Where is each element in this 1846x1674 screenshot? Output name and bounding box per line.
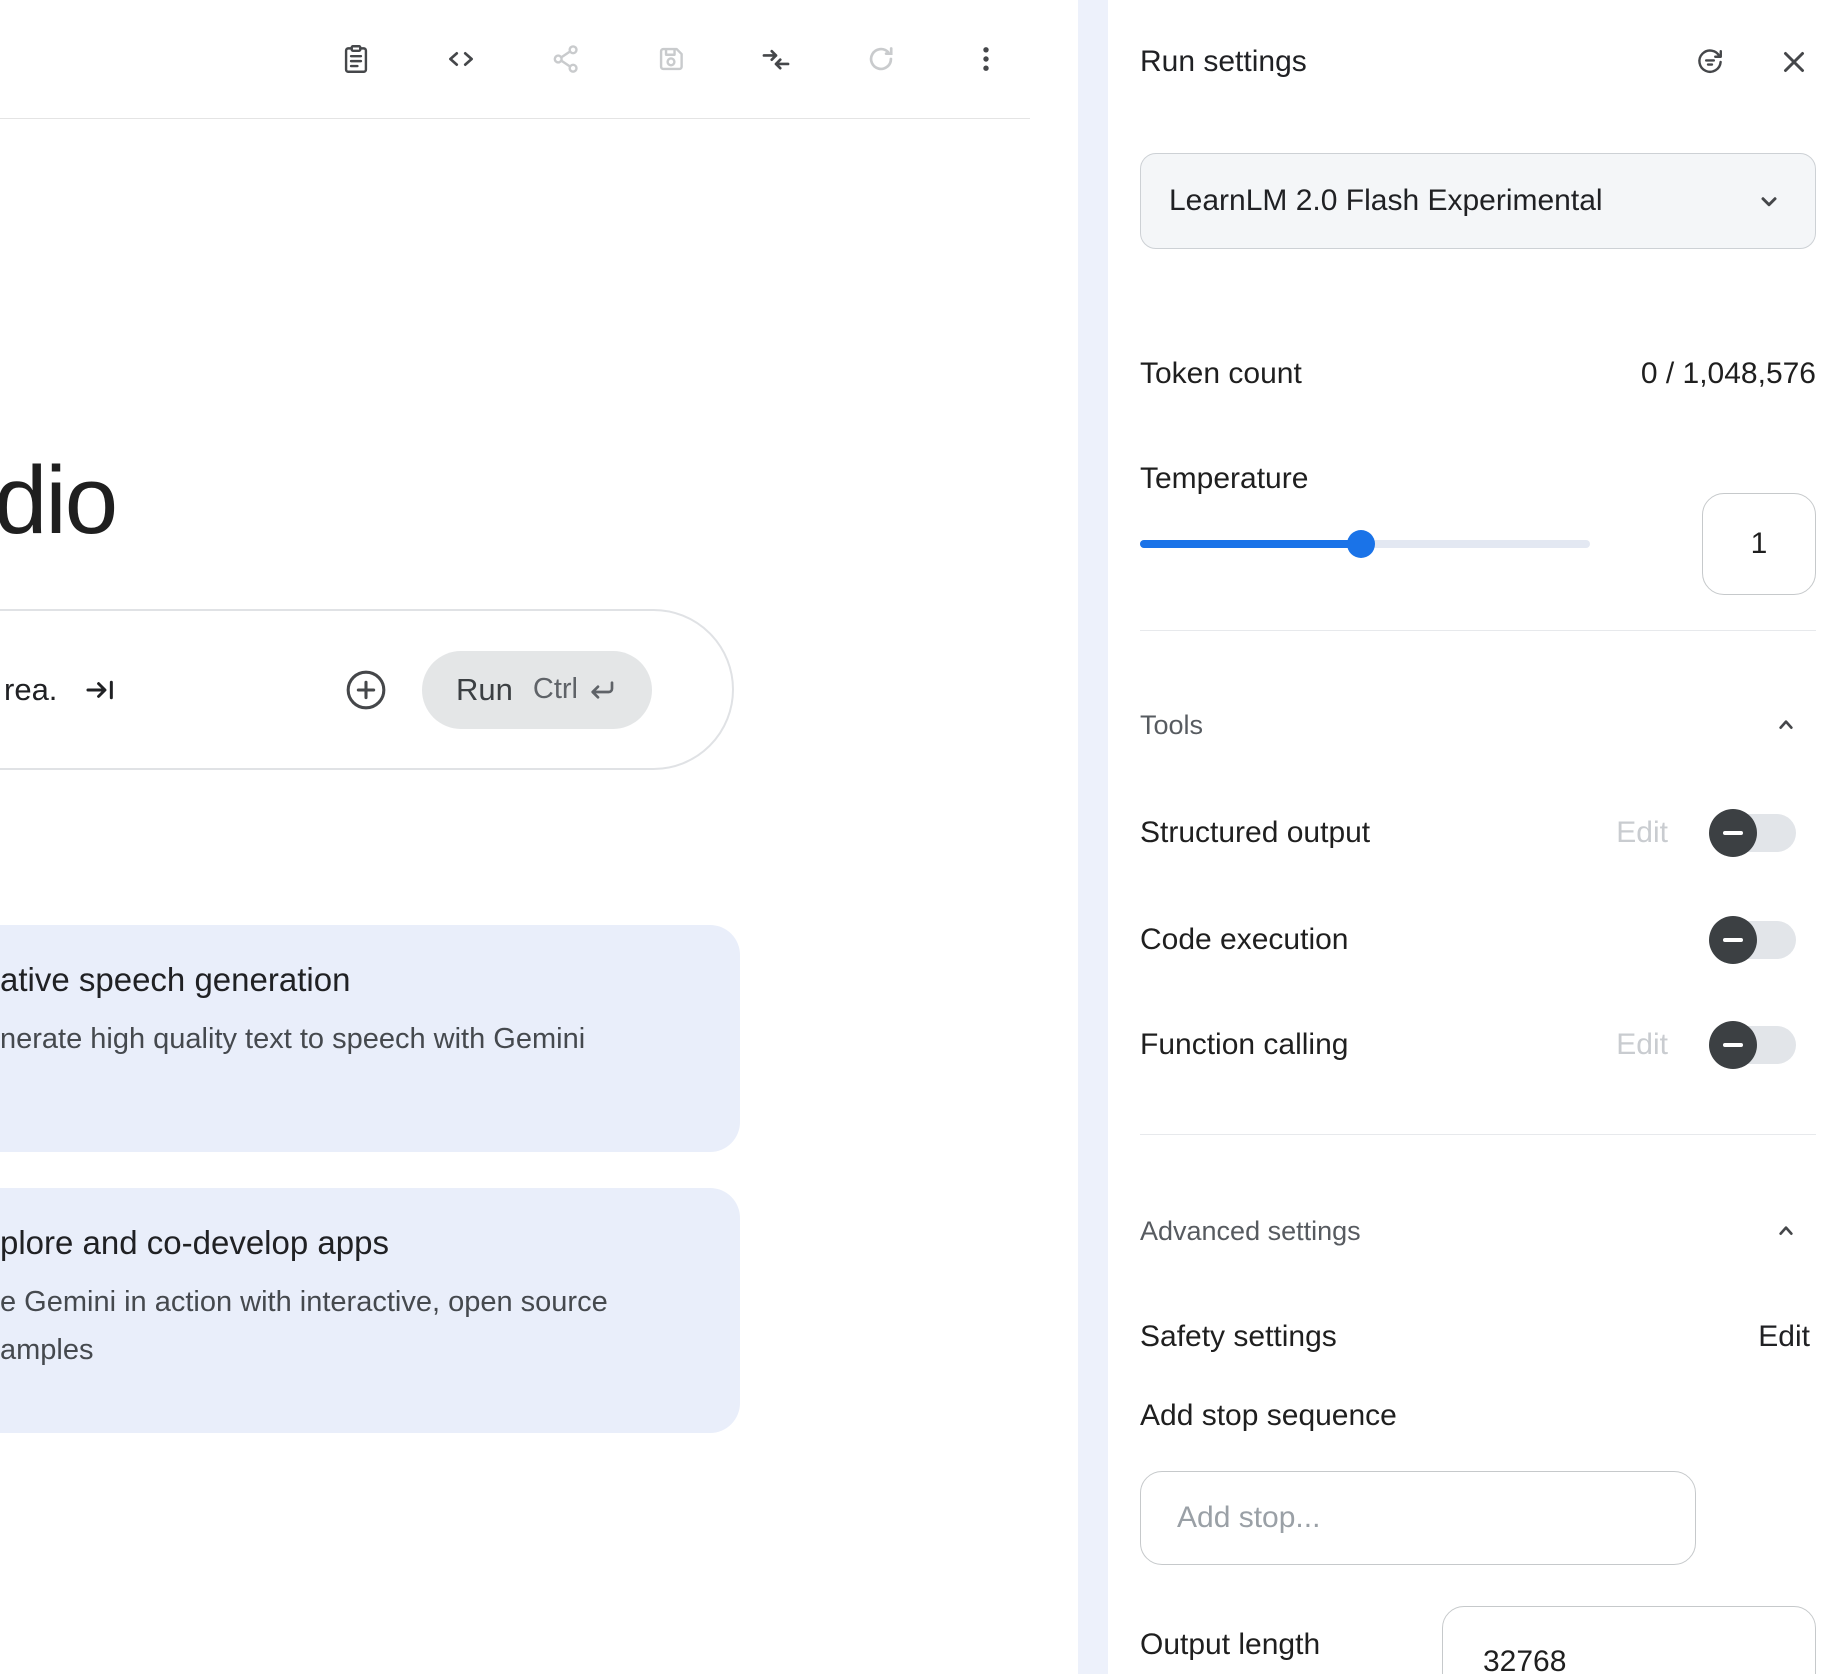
clipboard-icon[interactable] (336, 39, 376, 79)
prompt-text: rea. (4, 672, 57, 708)
card-title: plore and co-develop apps (0, 1224, 700, 1262)
advanced-settings-header[interactable]: Advanced settings (1140, 1205, 1816, 1257)
plus-circle-icon (343, 667, 389, 713)
toggle-knob-off-icon (1709, 916, 1757, 964)
temperature-value-input[interactable] (1702, 493, 1816, 595)
temperature-label: Temperature (1140, 462, 1308, 496)
share-icon (546, 39, 586, 79)
add-media-button[interactable] (343, 667, 389, 713)
run-shortcut: Ctrl (533, 673, 618, 706)
structured-output-row: Structured output Edit (1140, 807, 1816, 859)
safety-settings-edit-button[interactable]: Edit (1758, 1320, 1810, 1354)
toggle-knob-off-icon (1709, 1021, 1757, 1069)
model-selector-value: LearnLM 2.0 Flash Experimental (1169, 184, 1603, 218)
stop-sequence-label: Add stop sequence (1140, 1399, 1397, 1433)
card-description: nerate high quality text to speech with … (0, 1015, 700, 1063)
card-description: e Gemini in action with interactive, ope… (0, 1278, 700, 1374)
compare-icon[interactable] (756, 39, 796, 79)
chevron-up-icon (1770, 1215, 1802, 1247)
token-count-label: Token count (1140, 357, 1302, 391)
temperature-row (1140, 493, 1816, 595)
tools-section-header[interactable]: Tools (1140, 699, 1816, 751)
card-title: ative speech generation (0, 961, 700, 999)
output-length-label: Output length (1140, 1628, 1320, 1662)
close-icon[interactable] (1772, 40, 1816, 84)
run-shortcut-label: Ctrl (533, 673, 578, 706)
slider-fill (1140, 540, 1361, 548)
token-count-value: 0 / 1,048,576 (1641, 357, 1816, 391)
run-button-label: Run (456, 672, 513, 708)
function-calling-row: Function calling Edit (1140, 1019, 1816, 1071)
suggestion-card-speech[interactable]: ative speech generation nerate high qual… (0, 925, 740, 1152)
advanced-settings-label: Advanced settings (1140, 1216, 1361, 1247)
function-calling-label: Function calling (1140, 1028, 1348, 1062)
chevron-up-icon (1770, 709, 1802, 741)
panel-header: Run settings (1140, 38, 1816, 86)
slider-knob[interactable] (1347, 530, 1375, 558)
run-button[interactable]: Run Ctrl (422, 651, 652, 729)
enter-key-icon (586, 674, 618, 706)
more-vert-icon[interactable] (966, 39, 1006, 79)
main-toolbar (0, 0, 1030, 119)
stop-sequence-input[interactable] (1140, 1471, 1696, 1565)
app-root: dio rea. Run Ctrl ative speech generatio… (0, 0, 1846, 1674)
output-length-input[interactable] (1442, 1606, 1816, 1674)
panel-gap-strip (1078, 0, 1108, 1674)
tools-section-label: Tools (1140, 710, 1203, 741)
code-execution-toggle[interactable] (1712, 921, 1796, 959)
reset-settings-icon[interactable] (1688, 40, 1732, 84)
card-description-line: nerate high quality text to speech with … (0, 1015, 700, 1063)
tab-key-icon (83, 673, 117, 707)
structured-output-toggle[interactable] (1712, 814, 1796, 852)
divider (1140, 630, 1816, 631)
main-area: dio rea. Run Ctrl ative speech generatio… (0, 0, 1078, 1674)
code-execution-row: Code execution (1140, 914, 1816, 966)
temperature-slider[interactable] (1140, 493, 1590, 595)
code-execution-label: Code execution (1140, 923, 1348, 957)
divider (1140, 1134, 1816, 1135)
panel-title: Run settings (1140, 45, 1307, 79)
token-count-row: Token count 0 / 1,048,576 (1140, 346, 1816, 402)
card-description-line: amples (0, 1326, 700, 1374)
prompt-placeholder-fragment: rea. (4, 672, 117, 708)
run-settings-panel: Run settings LearnLM 2.0 Flash Experimen… (1108, 0, 1846, 1674)
refresh-icon (861, 39, 901, 79)
structured-output-label: Structured output (1140, 816, 1370, 850)
function-calling-edit-button: Edit (1616, 1028, 1668, 1062)
safety-settings-row: Safety settings Edit (1140, 1311, 1816, 1363)
prompt-input[interactable]: rea. Run Ctrl (0, 609, 734, 770)
safety-settings-label: Safety settings (1140, 1320, 1337, 1354)
code-icon[interactable] (441, 39, 481, 79)
save-icon (651, 39, 691, 79)
model-selector[interactable]: LearnLM 2.0 Flash Experimental (1140, 153, 1816, 249)
page-heading-fragment: dio (0, 448, 116, 554)
card-description-line: e Gemini in action with interactive, ope… (0, 1278, 700, 1326)
stop-sequence-label-row: Add stop sequence (1140, 1390, 1816, 1442)
toggle-knob-off-icon (1709, 809, 1757, 857)
slider-track[interactable] (1140, 540, 1590, 548)
chevron-down-icon (1751, 183, 1787, 219)
structured-output-edit-button: Edit (1616, 816, 1668, 850)
function-calling-toggle[interactable] (1712, 1026, 1796, 1064)
suggestion-card-apps[interactable]: plore and co-develop apps e Gemini in ac… (0, 1188, 740, 1433)
